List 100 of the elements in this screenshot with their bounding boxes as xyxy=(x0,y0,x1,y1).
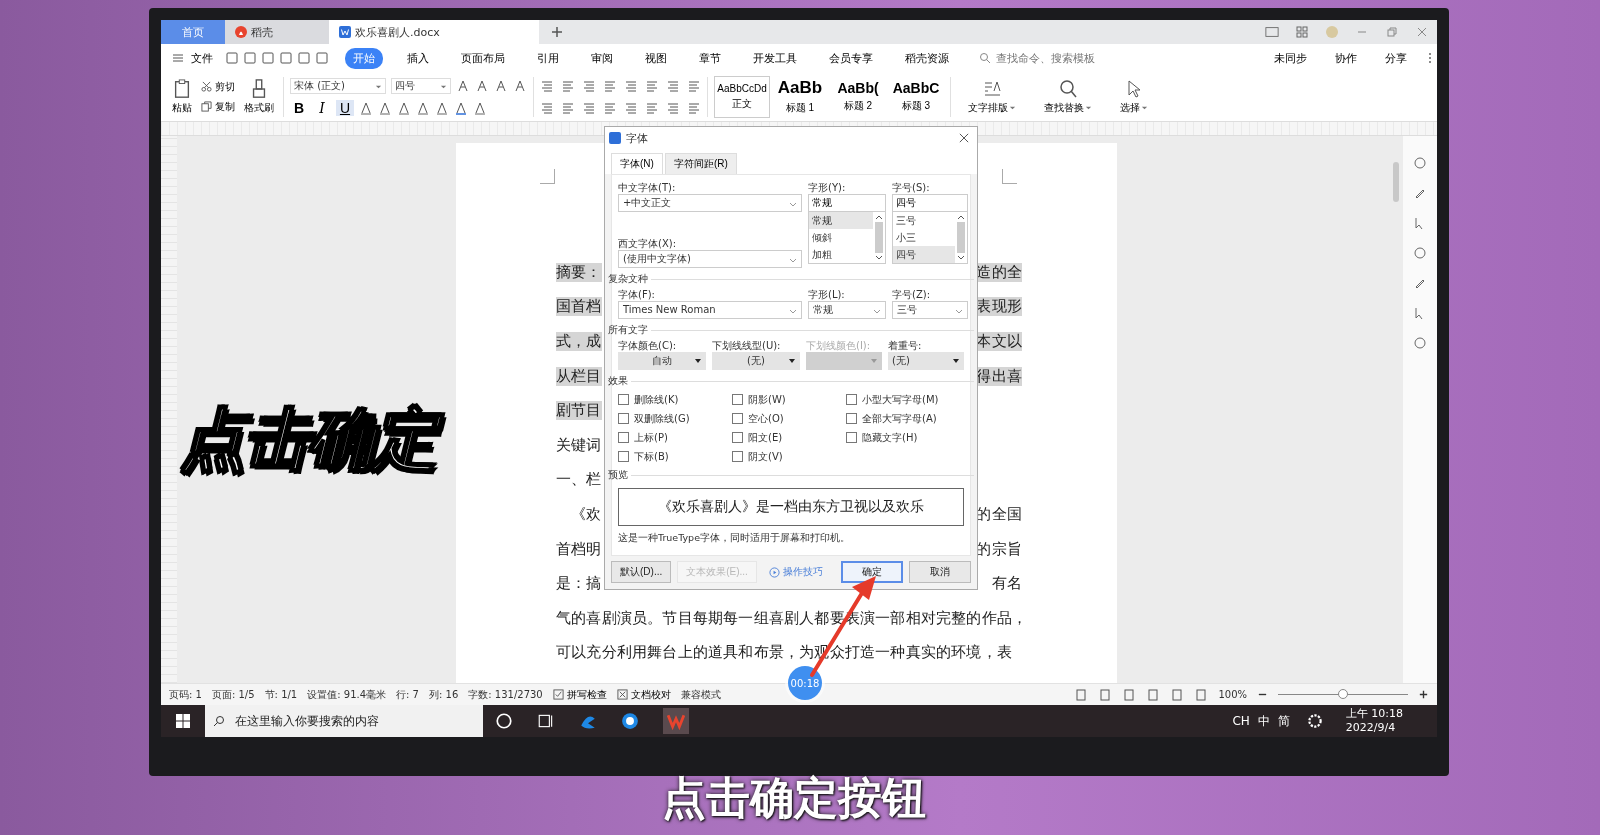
dropdown-select[interactable]: 自动 xyxy=(618,352,706,370)
close-icon[interactable] xyxy=(959,133,969,143)
format-icon[interactable] xyxy=(359,100,373,115)
list-option[interactable]: 倾斜 xyxy=(809,229,873,246)
scroll-down-icon[interactable] xyxy=(875,255,883,261)
taskbar-search-field[interactable]: 在这里输入你要搜索的内容 xyxy=(233,713,477,729)
dialog-tab[interactable]: 字体(N) xyxy=(611,153,663,174)
restore-icon[interactable] xyxy=(1385,26,1399,38)
font-size-select[interactable]: 四号 xyxy=(391,77,451,94)
proofread-button[interactable]: 文档校对 xyxy=(616,687,671,702)
view-mode-icon[interactable] xyxy=(1146,687,1161,702)
quick-access-icon[interactable] xyxy=(279,51,293,65)
quick-access-icon[interactable] xyxy=(243,51,257,65)
paragraph-icon[interactable] xyxy=(645,78,659,93)
paragraph-icon[interactable] xyxy=(624,100,638,115)
view-mode-icon[interactable] xyxy=(1098,687,1113,702)
paragraph-icon[interactable] xyxy=(540,100,554,115)
style-preset[interactable]: AaBb 标题 1 xyxy=(772,75,828,118)
checkbox[interactable] xyxy=(846,413,857,424)
dialog-button[interactable]: 取消 xyxy=(909,561,971,583)
checkbox[interactable] xyxy=(732,432,743,443)
effect-checkbox[interactable]: 全部大写字母(A) xyxy=(846,411,956,426)
checkbox[interactable] xyxy=(618,451,629,462)
dropdown-select[interactable]: Times New Roman xyxy=(618,301,802,319)
ribbon-tab[interactable]: 开始 xyxy=(345,47,383,69)
tray-text[interactable]: 中 xyxy=(1257,712,1270,730)
ribbon-tab[interactable]: 会员专享 xyxy=(821,47,881,69)
format-icon[interactable] xyxy=(435,100,449,115)
scroll-up-icon[interactable] xyxy=(875,214,883,220)
list-option[interactable]: 加粗 xyxy=(809,246,873,263)
ribbon-tab[interactable]: 视图 xyxy=(637,47,675,69)
style-preset[interactable]: AaBbC 标题 3 xyxy=(888,75,944,118)
chinese-font-select[interactable]: +中文正文 xyxy=(618,194,802,212)
paragraph-icon[interactable] xyxy=(561,78,575,93)
quick-access-icon[interactable] xyxy=(315,51,329,65)
zoom-in-icon[interactable] xyxy=(1418,689,1429,700)
format-icon[interactable] xyxy=(456,78,470,93)
app-tab[interactable]: 稻壳 xyxy=(225,20,329,44)
tips-link[interactable]: 操作技巧 xyxy=(762,564,829,580)
app-tab[interactable]: 欢乐喜剧人.docx xyxy=(329,20,539,44)
command-search-field[interactable]: 查找命令、搜索模板 xyxy=(994,51,1128,65)
dropdown-select[interactable]: (无) xyxy=(712,352,800,370)
quick-access-icon[interactable] xyxy=(225,51,239,65)
copy-button[interactable]: 复制 xyxy=(201,99,235,114)
spell-check-button[interactable]: 拼写检查 xyxy=(552,687,607,702)
ribbon-tab[interactable]: 稻壳资源 xyxy=(897,47,957,69)
style-preset[interactable]: AaBb( 标题 2 xyxy=(830,75,886,118)
paragraph-icon[interactable] xyxy=(540,78,554,93)
paragraph-icon[interactable] xyxy=(624,78,638,93)
paragraph-icon[interactable] xyxy=(603,100,617,115)
ribbon-tab[interactable]: 引用 xyxy=(529,47,567,69)
effect-checkbox[interactable]: 空心(O) xyxy=(732,411,846,426)
tool-button[interactable]: 选择 xyxy=(1117,78,1151,115)
paragraph-icon[interactable] xyxy=(645,100,659,115)
format-icon[interactable] xyxy=(475,78,489,93)
western-font-select[interactable]: (使用中文字体) xyxy=(618,250,802,268)
header-action[interactable]: 分享 xyxy=(1379,49,1413,67)
effect-checkbox[interactable]: 下标(B) xyxy=(618,449,732,464)
text-field[interactable]: 常规 xyxy=(808,194,886,212)
list-option[interactable]: 三号 xyxy=(893,212,955,229)
header-action[interactable]: 未同步 xyxy=(1268,49,1313,67)
sidebar-tool-icon[interactable] xyxy=(1413,336,1427,350)
style-preset[interactable]: AaBbCcDd 正文 xyxy=(714,75,770,118)
tray-text[interactable]: CH xyxy=(1232,714,1250,728)
checkbox[interactable] xyxy=(618,413,629,424)
view-mode-icon[interactable] xyxy=(1074,687,1089,702)
tray-text[interactable]: 简 xyxy=(1277,712,1290,730)
checkbox[interactable] xyxy=(732,394,743,405)
windows-start-icon[interactable] xyxy=(175,713,191,729)
format-button[interactable]: U xyxy=(336,99,354,116)
paste-button[interactable]: 粘贴 xyxy=(169,78,195,115)
ribbon-tab[interactable]: 插入 xyxy=(399,47,437,69)
paragraph-icon[interactable] xyxy=(582,78,596,93)
effect-checkbox[interactable]: 删除线(K) xyxy=(618,392,732,407)
layout-icon[interactable] xyxy=(1265,26,1279,38)
list-option[interactable]: 小三 xyxy=(893,229,955,246)
font-name-select[interactable]: 宋体 (正文) xyxy=(290,77,386,94)
wps-app-icon[interactable] xyxy=(663,708,689,734)
quick-access-icon[interactable] xyxy=(261,51,275,65)
checkbox[interactable] xyxy=(732,451,743,462)
dialog-button[interactable]: 默认(D)... xyxy=(611,561,672,583)
format-icon[interactable] xyxy=(454,100,468,115)
grid-icon[interactable] xyxy=(1295,26,1309,38)
paragraph-icon[interactable] xyxy=(561,100,575,115)
task-view-icon[interactable] xyxy=(537,712,555,730)
paragraph-icon[interactable] xyxy=(603,78,617,93)
taskbar-search-box[interactable]: 在这里输入你要搜索的内容 xyxy=(205,705,483,737)
tool-button[interactable]: 查找替换 xyxy=(1041,78,1095,115)
view-mode-icon[interactable] xyxy=(1194,687,1209,702)
file-menu[interactable]: 文件 xyxy=(189,50,215,66)
view-mode-icon[interactable] xyxy=(1122,687,1137,702)
format-icon[interactable] xyxy=(378,100,392,115)
menu-icon[interactable] xyxy=(171,51,185,65)
new-tab-icon[interactable] xyxy=(551,26,563,38)
list-option[interactable]: 四号 xyxy=(893,246,955,263)
effect-checkbox[interactable]: 小型大写字母(M) xyxy=(846,392,956,407)
paragraph-icon[interactable] xyxy=(582,100,596,115)
ribbon-tab[interactable]: 章节 xyxy=(691,47,729,69)
app-icon[interactable] xyxy=(621,712,639,730)
effect-checkbox[interactable]: 双删除线(G) xyxy=(618,411,732,426)
